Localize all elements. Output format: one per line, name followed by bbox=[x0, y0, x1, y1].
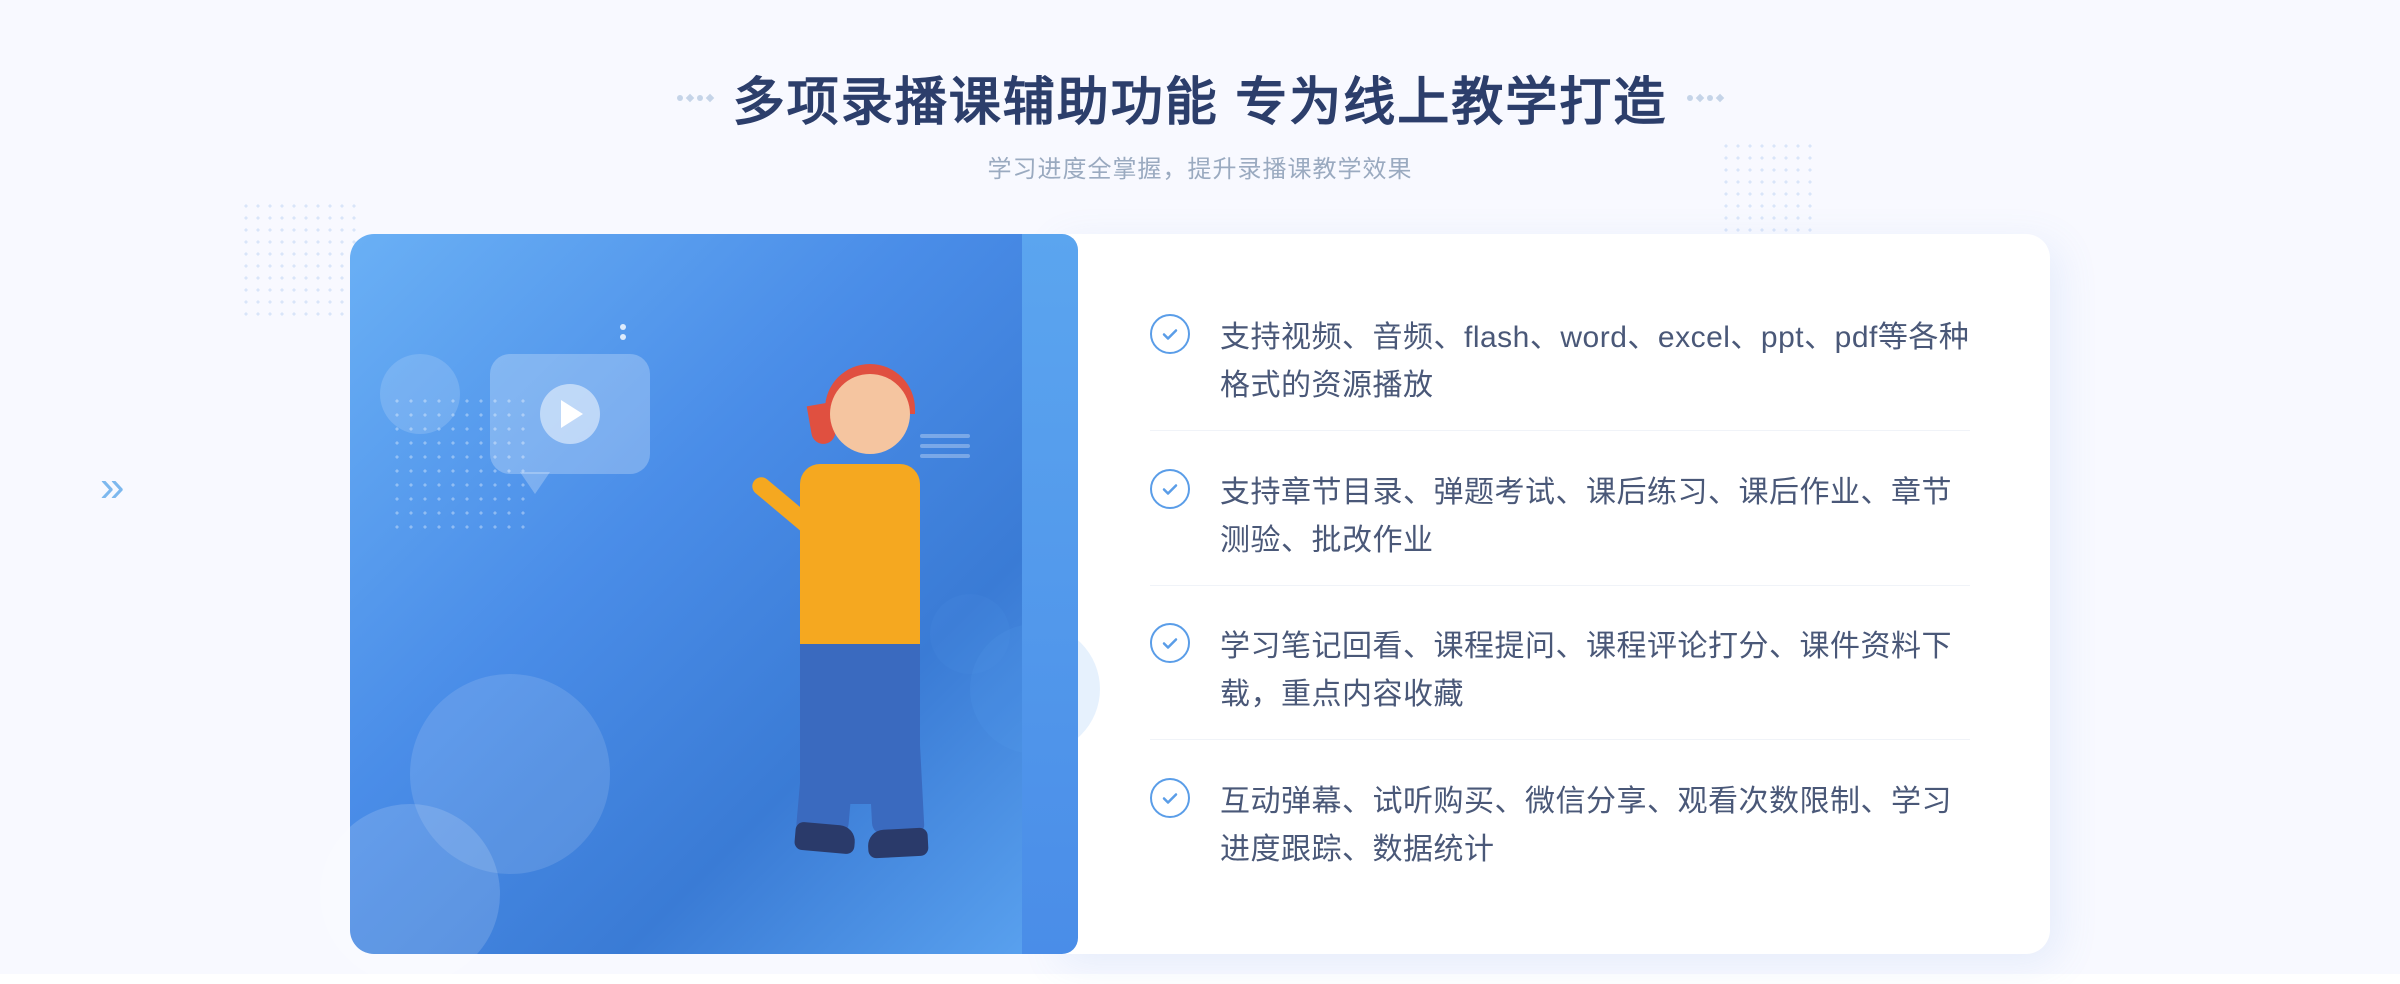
feature-text-1: 支持视频、音频、flash、word、excel、ppt、pdf等各种格式的资源… bbox=[1220, 314, 1970, 410]
check-circle bbox=[1150, 778, 1190, 818]
dots-decoration-left bbox=[240, 200, 360, 320]
decorator-dot4 bbox=[1707, 95, 1713, 101]
decorator-rect2 bbox=[706, 93, 714, 101]
play-icon bbox=[540, 384, 600, 444]
decorator-dot bbox=[677, 95, 683, 101]
decorator-dot3 bbox=[1687, 95, 1693, 101]
sparkle-decoration bbox=[620, 324, 626, 340]
feature-item-3: 学习笔记回看、课程提问、课程评论打分、课件资料下载，重点内容收藏 bbox=[1150, 603, 1970, 740]
feature-text-4: 互动弹幕、试听购买、微信分享、观看次数限制、学习进度跟踪、数据统计 bbox=[1220, 778, 1970, 874]
sub-title: 学习进度全掌握，提升录播课教学效果 bbox=[677, 149, 1723, 184]
check-circle bbox=[1150, 623, 1190, 663]
right-panel: 支持视频、音频、flash、word、excel、ppt、pdf等各种格式的资源… bbox=[1050, 234, 2050, 954]
title-decorator-right bbox=[1687, 95, 1723, 101]
decorator-rect4 bbox=[1716, 93, 1724, 101]
sparkle-dot-1 bbox=[620, 324, 626, 330]
features-list: 支持视频、音频、flash、word、excel、ppt、pdf等各种格式的资源… bbox=[1150, 294, 1970, 894]
person-pants-left bbox=[796, 732, 857, 836]
header-section: 多项录播课辅助功能 专为线上教学打造 学习进度全掌握，提升录播课教学效果 bbox=[677, 60, 1723, 184]
check-icon-1 bbox=[1150, 314, 1190, 354]
person-pants-right bbox=[867, 733, 924, 836]
title-row: 多项录播课辅助功能 专为线上教学打造 bbox=[677, 60, 1723, 135]
play-bubble bbox=[490, 354, 650, 474]
dots-decoration-right bbox=[1720, 140, 1820, 240]
feature-text-2: 支持章节目录、弹题考试、课后练习、课后作业、章节测验、批改作业 bbox=[1220, 469, 1970, 565]
blue-bar bbox=[1022, 234, 1078, 954]
check-svg bbox=[1159, 632, 1181, 654]
check-circle bbox=[1150, 469, 1190, 509]
main-title: 多项录播课辅助功能 专为线上教学打造 bbox=[733, 60, 1667, 135]
main-content: 支持视频、音频、flash、word、excel、ppt、pdf等各种格式的资源… bbox=[350, 234, 2050, 954]
check-icon-3 bbox=[1150, 623, 1190, 663]
page-wrapper: » 多项录播课辅助功能 专为线上教学打造 学习进度全掌握，提升录播课教学效果 bbox=[0, 0, 2400, 974]
deco-circle-bottom bbox=[320, 804, 500, 984]
decorator-dot2 bbox=[697, 95, 703, 101]
feature-item-2: 支持章节目录、弹题考试、课后练习、课后作业、章节测验、批改作业 bbox=[1150, 449, 1970, 586]
play-triangle bbox=[561, 400, 583, 428]
check-svg bbox=[1159, 323, 1181, 345]
ext-circle-blue2 bbox=[930, 594, 1010, 674]
check-icon-4 bbox=[1150, 778, 1190, 818]
decorator-rect3 bbox=[1696, 93, 1704, 101]
decorator-rect bbox=[686, 93, 694, 101]
check-circle bbox=[1150, 314, 1190, 354]
person-shoe-left bbox=[794, 821, 856, 854]
check-svg bbox=[1159, 478, 1181, 500]
feature-item-4: 互动弹幕、试听购买、微信分享、观看次数限制、学习进度跟踪、数据统计 bbox=[1150, 758, 1970, 894]
title-decorator-left bbox=[677, 95, 713, 101]
person-shoe-right bbox=[867, 827, 928, 858]
left-panel bbox=[350, 234, 1050, 954]
person-head bbox=[830, 374, 910, 454]
feature-text-3: 学习笔记回看、课程提问、课程评论打分、课件资料下载，重点内容收藏 bbox=[1220, 623, 1970, 719]
chevron-left-icon: » bbox=[100, 465, 124, 509]
check-icon-2 bbox=[1150, 469, 1190, 509]
sparkle-dot-2 bbox=[620, 334, 626, 340]
check-svg bbox=[1159, 787, 1181, 809]
feature-item-1: 支持视频、音频、flash、word、excel、ppt、pdf等各种格式的资源… bbox=[1150, 294, 1970, 431]
